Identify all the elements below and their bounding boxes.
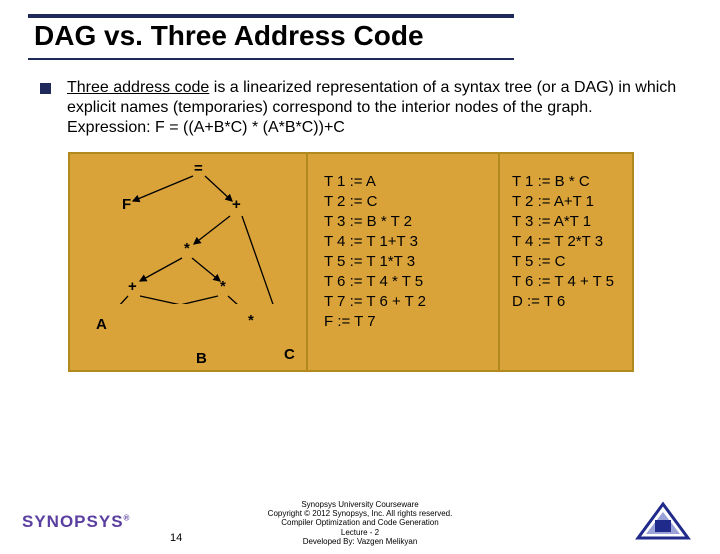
footer-line: Compiler Optimization and Code Generatio…	[0, 518, 720, 527]
dag-F: F	[122, 196, 131, 213]
opt-line: T 5 := C	[512, 252, 624, 272]
expression-line: Expression: F = ((A+B*C) * (A*B*C))+C	[67, 119, 345, 136]
partner-logo	[632, 498, 694, 542]
tac-line: T 7 := T 6 + T 2	[324, 292, 488, 312]
dag-plus2: +	[128, 278, 137, 295]
tac-line: T 3 := B * T 2	[324, 212, 488, 232]
underline-lead: Three address code	[67, 79, 209, 96]
dag-star3: *	[248, 312, 254, 329]
tac-line: T 4 := T 1+T 3	[324, 232, 488, 252]
body-paragraph: Three address code is a linearized repre…	[40, 78, 690, 138]
tac-line: F := T 7	[324, 312, 488, 332]
opt-line: T 1 := B * C	[512, 172, 624, 192]
footer-line: Copyright © 2012 Synopsys, Inc. All righ…	[0, 509, 720, 518]
tac-line: T 6 := T 4 * T 5	[324, 272, 488, 292]
dag-star1: *	[184, 240, 190, 257]
optimized-tac-panel: T 1 := B * C T 2 := A+T 1 T 3 := A*T 1 T…	[500, 152, 634, 372]
slide-title: DAG vs. Three Address Code	[34, 20, 514, 52]
opt-line: D := T 6	[512, 292, 624, 312]
tac-panel: T 1 := A T 2 := C T 3 := B * T 2 T 4 := …	[308, 152, 500, 372]
dag-panel: = F + * + * A * B C	[68, 152, 308, 372]
title-bar: DAG vs. Three Address Code	[28, 14, 514, 60]
tac-line: T 2 := C	[324, 192, 488, 212]
dag-C: C	[284, 346, 295, 363]
opt-line: T 4 := T 2*T 3	[512, 232, 624, 252]
footer: Synopsys University Courseware Copyright…	[0, 500, 720, 546]
footer-line: Lecture - 2	[0, 528, 720, 537]
opt-line: T 3 := A*T 1	[512, 212, 624, 232]
opt-line: T 2 := A+T 1	[512, 192, 624, 212]
dag-eq: =	[194, 160, 203, 177]
tac-line: T 1 := A	[324, 172, 488, 192]
opt-line: T 6 := T 4 + T 5	[512, 272, 624, 292]
diagram-row: = F + * + * A * B C T 1 := A T 2 := C T …	[68, 152, 690, 372]
footer-line: Synopsys University Courseware	[0, 500, 720, 509]
bullet-icon	[40, 83, 51, 94]
tac-line: T 5 := T 1*T 3	[324, 252, 488, 272]
dag-plus1: +	[232, 196, 241, 213]
dag-A: A	[96, 316, 107, 333]
paragraph-text: Three address code is a linearized repre…	[67, 78, 690, 138]
dag-B: B	[196, 350, 207, 367]
footer-line: Developed By: Vazgen Melikyan	[0, 537, 720, 546]
dag-star2: *	[220, 278, 226, 295]
